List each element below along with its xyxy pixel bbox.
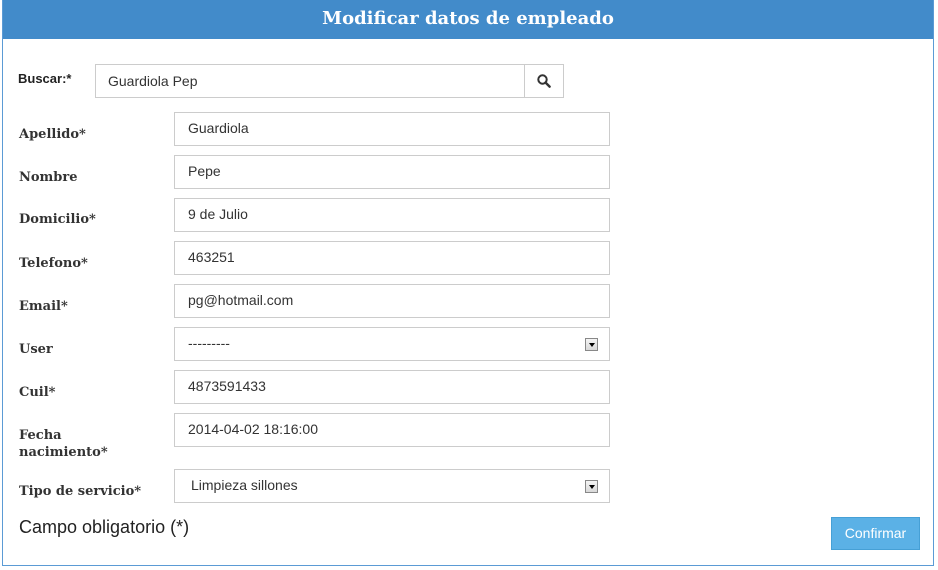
- dropdown-arrow-icon[interactable]: [585, 480, 598, 493]
- label-telefono: Telefono*: [19, 256, 88, 271]
- nombre-field[interactable]: Pepe: [174, 155, 610, 189]
- cuil-field[interactable]: 4873591433: [174, 370, 610, 404]
- telefono-field[interactable]: 463251: [174, 241, 610, 275]
- search-label: Buscar:*: [18, 71, 72, 86]
- apellido-field[interactable]: Guardiola: [174, 112, 610, 146]
- panel-title: Modificar datos de empleado: [322, 8, 614, 29]
- panel-header: Modificar datos de empleado: [3, 0, 933, 39]
- required-fields-note: Campo obligatorio (*): [19, 517, 190, 537]
- search-input[interactable]: Guardiola Pep: [95, 64, 525, 98]
- dropdown-arrow-icon[interactable]: [585, 338, 598, 351]
- label-tipo-servicio: Tipo de servicio*: [19, 484, 142, 499]
- user-select[interactable]: ---------: [174, 327, 610, 361]
- tipo-servicio-select[interactable]: Limpieza sillones: [174, 469, 610, 503]
- label-fecha-line1: Fecha: [19, 428, 62, 443]
- tipo-servicio-value: Limpieza sillones: [191, 477, 298, 493]
- confirm-button[interactable]: Confirmar: [831, 517, 920, 550]
- label-domicilio: Domicilio*: [19, 212, 96, 227]
- label-apellido: Apellido*: [19, 127, 86, 142]
- search-icon: [537, 74, 551, 88]
- label-fecha-nacimiento: Fecha nacimiento*: [19, 427, 108, 461]
- label-fecha-line2: nacimiento*: [19, 445, 108, 460]
- label-nombre: Nombre: [19, 170, 78, 185]
- email-field[interactable]: pg@hotmail.com: [174, 284, 610, 318]
- user-select-value: ---------: [188, 335, 230, 351]
- label-email: Email*: [19, 299, 68, 314]
- search-button[interactable]: [524, 64, 564, 98]
- fecha-nacimiento-field[interactable]: 2014-04-02 18:16:00: [174, 413, 610, 447]
- label-cuil: Cuil*: [19, 385, 56, 400]
- edit-employee-panel: Modificar datos de empleado Buscar:* Gua…: [2, 0, 934, 566]
- domicilio-field[interactable]: 9 de Julio: [174, 198, 610, 232]
- label-user: User: [19, 342, 53, 357]
